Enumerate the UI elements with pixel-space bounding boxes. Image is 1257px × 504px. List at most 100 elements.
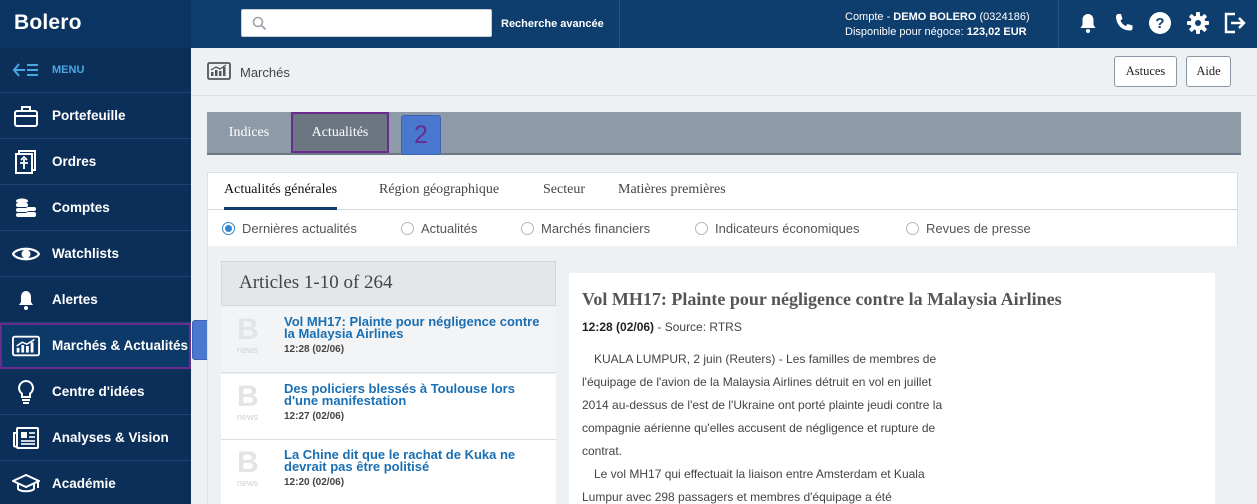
radio-indicator[interactable] [401, 222, 414, 235]
help-icon[interactable]: ? [1148, 11, 1172, 35]
sidebar-item-label: Académie [52, 476, 116, 491]
article-reader: Vol MH17: Plainte pour négligence contre… [569, 273, 1215, 504]
sidebar-item-academie[interactable]: Académie [0, 461, 191, 504]
top-bar: Bolero Recherche avancée Compte - DEMO B… [0, 0, 1257, 48]
header-divider [1058, 0, 1059, 48]
radio-label: Marchés financiers [541, 221, 651, 236]
bell-icon[interactable] [1076, 11, 1100, 35]
bolero-logo[interactable]: Bolero [0, 0, 191, 48]
graduation-cap-icon [12, 471, 40, 497]
article-title-link[interactable]: Vol MH17: Plainte pour négligence contre… [284, 315, 546, 340]
article-paragraph: Le vol MH17 qui effectuait la liaison en… [582, 467, 925, 504]
account-number: (0324186) [976, 11, 1030, 23]
article-meta: 12:28 (02/06) - Source: RTRS [582, 320, 742, 334]
subtab-actualites-generales[interactable]: Actualités générales [224, 173, 338, 210]
account-name: DEMO BOLERO [893, 11, 977, 23]
svg-text:?: ? [1155, 15, 1164, 32]
radio-actualites[interactable]: Actualités [401, 221, 477, 236]
radio-label: Revues de presse [926, 221, 1031, 236]
sidebar-item-label: Watchlists [52, 246, 120, 261]
gear-icon[interactable] [1186, 11, 1210, 35]
header-divider [619, 0, 620, 48]
search-input[interactable] [274, 14, 484, 32]
menu-toggle[interactable]: MENU [0, 48, 191, 93]
article-title-link[interactable]: Des policiers blessés à Toulouse lors d'… [284, 382, 546, 407]
logout-icon[interactable] [1222, 11, 1246, 35]
sidebar-item-portefeuille[interactable]: Portefeuille [0, 93, 191, 139]
list-item[interactable]: B news Vol MH17: Plainte pour négligence… [221, 307, 556, 373]
news-thumbnail: B news [237, 380, 259, 423]
tab-actualites[interactable]: Actualités [291, 112, 389, 153]
sub-tab-bar: Actualités générales Région géographique… [208, 173, 1238, 210]
radio-label: Actualités [421, 221, 478, 236]
sidebar-item-ordres[interactable]: Ordres [0, 139, 191, 185]
radio-revues-de-presse[interactable]: Revues de presse [906, 221, 1031, 236]
phone-icon[interactable] [1112, 11, 1136, 35]
sidebar-item-label: Alertes [52, 292, 98, 307]
briefcase-icon [12, 103, 40, 129]
aide-button[interactable]: Aide [1186, 56, 1231, 87]
astuces-button[interactable]: Astuces [1114, 56, 1177, 87]
subtab-matieres-premieres[interactable]: Matières premières [618, 173, 726, 210]
list-item[interactable]: B news La Chine dit que le rachat de Kuk… [221, 440, 556, 504]
list-item[interactable]: B news Des policiers blessés à Toulouse … [221, 374, 556, 440]
radio-indicator[interactable] [695, 222, 708, 235]
sidebar-item-label: Ordres [52, 154, 97, 169]
articles-count-header: Articles 1-10 of 264 [221, 261, 556, 306]
sidebar-item-watchlists[interactable]: Watchlists [0, 231, 191, 277]
subtab-secteur[interactable]: Secteur [543, 173, 585, 210]
article-source: - Source: RTRS [654, 320, 742, 334]
account-label: Compte - [845, 11, 894, 23]
advanced-search-link[interactable]: Recherche avancée [501, 18, 604, 30]
search-icon [252, 16, 267, 31]
radio-indicateurs-economiques[interactable]: Indicateurs économiques [695, 221, 860, 236]
sidebar-item-label: Comptes [52, 200, 110, 215]
sidebar-item-alertes[interactable]: Alertes [0, 277, 191, 323]
sidebar-item-comptes[interactable]: Comptes [0, 185, 191, 231]
main-tab-bar: Indices Actualités [207, 112, 1241, 155]
newspaper-icon [12, 425, 40, 451]
sidebar-item-centre-idees[interactable]: Centre d'idées [0, 369, 191, 415]
account-info: Compte - DEMO BOLERO (0324186) Disponibl… [845, 10, 1030, 40]
radio-label: Dernières actualités [242, 221, 357, 236]
article-headline: Vol MH17: Plainte pour négligence contre… [582, 289, 1062, 309]
radio-indicator[interactable] [521, 222, 534, 235]
subtab-region-geographique[interactable]: Région géographique [379, 173, 499, 210]
coins-icon [12, 195, 40, 221]
callout-2: 2 [401, 115, 441, 155]
sidebar-item-marches-actualites[interactable]: Marchés & Actualités [0, 323, 191, 369]
search-box[interactable] [241, 9, 492, 37]
bell-icon [12, 287, 40, 313]
news-list-area: Articles 1-10 of 264 B news Vol MH17: Pl… [208, 246, 1238, 504]
article-time: 12:20 (02/06) [284, 477, 345, 488]
menu-label: MENU [52, 64, 85, 76]
breadcrumb: Marchés [240, 65, 290, 80]
article-time: 12:27 (02/06) [284, 411, 345, 422]
article-paragraph: KUALA LUMPUR, 2 juin (Reuters) - Les fam… [582, 352, 943, 458]
tab-indices[interactable]: Indices [215, 112, 283, 153]
article-time: 12:28 (02/06) [284, 344, 345, 355]
sidebar-item-label: Portefeuille [52, 108, 126, 123]
available-label: Disponible pour négoce: [845, 26, 967, 38]
sidebar-item-label: Centre d'idées [52, 384, 145, 399]
divider [191, 95, 1257, 96]
radio-indicator[interactable] [906, 222, 919, 235]
available-value: 123,02 EUR [966, 26, 1027, 38]
markets-chart-icon [207, 62, 231, 80]
radio-selected-indicator[interactable] [222, 222, 235, 235]
article-body: KUALA LUMPUR, 2 juin (Reuters) - Les fam… [582, 348, 944, 504]
article-time: 12:28 (02/06) [582, 320, 655, 334]
sidebar-item-label: Marchés & Actualités [52, 338, 189, 353]
radio-label: Indicateurs économiques [715, 221, 860, 236]
radio-marches-financiers[interactable]: Marchés financiers [521, 221, 650, 236]
news-panel: Actualités générales Région géographique… [207, 172, 1238, 504]
article-title-link[interactable]: La Chine dit que le rachat de Kuka ne de… [284, 448, 546, 473]
sidebar-item-analyses-vision[interactable]: Analyses & Vision [0, 415, 191, 461]
news-thumbnail: B news [237, 313, 259, 356]
orders-icon [12, 149, 40, 175]
sidebar-item-label: Analyses & Vision [52, 430, 169, 445]
menu-collapse-icon [12, 57, 40, 83]
radio-dernieres-actualites[interactable]: Dernières actualités [222, 221, 357, 236]
eye-icon [12, 241, 40, 267]
lightbulb-icon [12, 379, 40, 405]
